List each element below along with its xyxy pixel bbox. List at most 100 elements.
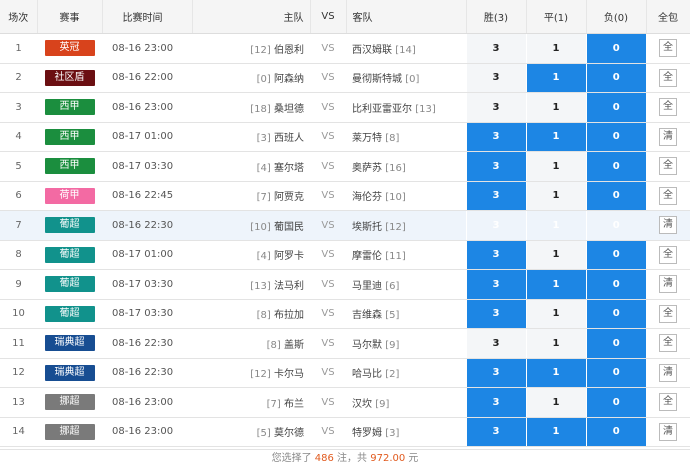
odds-lose-option[interactable]: 0 [585,33,646,64]
league-badge[interactable]: 挪超 [44,394,95,411]
pack-toggle-button[interactable]: 清 [659,216,677,235]
pack-toggle-button[interactable]: 全 [659,393,677,412]
odds-lose-option[interactable]: 0 [585,210,646,241]
odds-draw-option[interactable]: 1 [525,299,586,329]
odds-win-option[interactable]: 3 [465,33,526,64]
odds-lose-option[interactable]: 0 [585,299,646,329]
away-team[interactable]: 马尔默 [352,340,382,351]
home-team[interactable]: 伯恩利 [274,45,304,56]
pack-toggle-button[interactable]: 全 [659,186,677,205]
pack-toggle-button[interactable]: 清 [659,127,677,146]
away-team[interactable]: 曼彻斯特城 [352,74,402,85]
odds-lose-option[interactable]: 0 [585,63,646,93]
odds-draw-option[interactable]: 1 [525,417,586,447]
odds-win-option[interactable]: 3 [465,151,526,182]
pack-toggle-button[interactable]: 全 [659,334,677,353]
odds-win-option[interactable]: 3 [465,299,526,329]
odds-lose-option[interactable]: 0 [585,122,646,152]
odds-win-option[interactable]: 3 [465,240,526,270]
league-badge[interactable]: 葡超 [44,305,95,322]
league-badge[interactable]: 西甲 [44,99,95,116]
home-team[interactable]: 布兰 [284,399,304,410]
home-team[interactable]: 阿罗卡 [274,251,304,262]
away-team[interactable]: 比利亚雷亚尔 [352,104,412,115]
away-team[interactable]: 马里迪 [352,281,382,292]
league-badge[interactable]: 葡超 [44,246,95,263]
odds-win-option[interactable]: 3 [465,92,526,123]
odds-lose-option[interactable]: 0 [585,417,646,447]
league-badge[interactable]: 葡超 [44,217,95,234]
home-team[interactable]: 布拉加 [274,310,304,321]
odds-win-option[interactable]: 3 [465,387,526,418]
league-badge[interactable]: 瑞典超 [44,335,95,352]
home-team[interactable]: 西班人 [274,133,304,144]
away-team[interactable]: 特罗姆 [352,428,382,439]
league-badge[interactable]: 英冠 [44,40,95,57]
odds-draw-option[interactable]: 1 [525,328,586,359]
pack-toggle-button[interactable]: 全 [659,304,677,323]
home-team[interactable]: 阿森纳 [274,74,304,85]
odds-win-option[interactable]: 3 [465,328,526,359]
odds-draw-option[interactable]: 1 [525,210,586,241]
away-team[interactable]: 摩雷伦 [352,251,382,262]
odds-lose-option[interactable]: 0 [585,181,646,211]
league-badge[interactable]: 葡超 [44,276,95,293]
away-rank: [11] [385,251,406,263]
home-team[interactable]: 桑坦德 [274,104,304,115]
home-team[interactable]: 阿贾克 [274,192,304,203]
odds-draw-option[interactable]: 1 [525,358,586,388]
odds-draw-option[interactable]: 1 [525,122,586,152]
pack-toggle-button[interactable]: 清 [659,275,677,294]
away-team[interactable]: 海伦芬 [352,192,382,203]
odds-win-option[interactable]: 3 [465,417,526,447]
league-badge[interactable]: 荷甲 [44,187,95,204]
league-badge[interactable]: 西甲 [44,158,95,175]
home-team[interactable]: 葡国民 [274,222,304,233]
odds-draw-option[interactable]: 1 [525,63,586,93]
odds-win-option[interactable]: 3 [465,181,526,211]
home-team[interactable]: 莫尔德 [274,428,304,439]
away-team[interactable]: 汉坎 [352,399,372,410]
home-team[interactable]: 法马利 [274,281,304,292]
league-badge[interactable]: 西甲 [44,128,95,145]
away-team[interactable]: 埃斯托 [352,222,382,233]
home-team[interactable]: 盖斯 [284,340,304,351]
odds-lose-option[interactable]: 0 [585,328,646,359]
odds-win-option[interactable]: 3 [465,269,526,300]
odds-draw-option[interactable]: 1 [525,387,586,418]
odds-draw-option[interactable]: 1 [525,181,586,211]
odds-lose-option[interactable]: 0 [585,151,646,182]
odds-lose-option[interactable]: 0 [585,240,646,270]
odds-win-option[interactable]: 3 [465,122,526,152]
odds-win-option[interactable]: 3 [465,210,526,241]
away-team[interactable]: 莱万特 [352,133,382,144]
odds-draw-option[interactable]: 1 [525,240,586,270]
odds-win-option[interactable]: 3 [465,358,526,388]
pack-toggle-button[interactable]: 清 [659,422,677,441]
vs-label: VS [310,92,346,123]
odds-draw-option[interactable]: 1 [525,33,586,64]
pack-toggle-button[interactable]: 全 [659,39,677,58]
pack-toggle-button[interactable]: 全 [659,68,677,87]
pack-toggle-button[interactable]: 全 [659,98,677,117]
odds-win-option[interactable]: 3 [465,63,526,93]
odds-lose-option[interactable]: 0 [585,92,646,123]
odds-draw-option[interactable]: 1 [525,269,586,300]
league-badge[interactable]: 挪超 [44,423,95,440]
league-badge[interactable]: 社区盾 [44,69,95,86]
away-team[interactable]: 西汉姆联 [352,45,392,56]
odds-draw-option[interactable]: 1 [525,92,586,123]
away-team[interactable]: 奥萨苏 [352,163,382,174]
away-team[interactable]: 哈马比 [352,369,382,380]
pack-toggle-button[interactable]: 全 [659,245,677,264]
away-team[interactable]: 吉维森 [352,310,382,321]
league-badge[interactable]: 瑞典超 [44,364,95,381]
odds-lose-option[interactable]: 0 [585,358,646,388]
pack-toggle-button[interactable]: 清 [659,363,677,382]
pack-toggle-button[interactable]: 全 [659,157,677,176]
odds-draw-option[interactable]: 1 [525,151,586,182]
home-team[interactable]: 塞尔塔 [274,163,304,174]
odds-lose-option[interactable]: 0 [585,387,646,418]
odds-lose-option[interactable]: 0 [585,269,646,300]
home-team[interactable]: 卡尔马 [274,369,304,380]
